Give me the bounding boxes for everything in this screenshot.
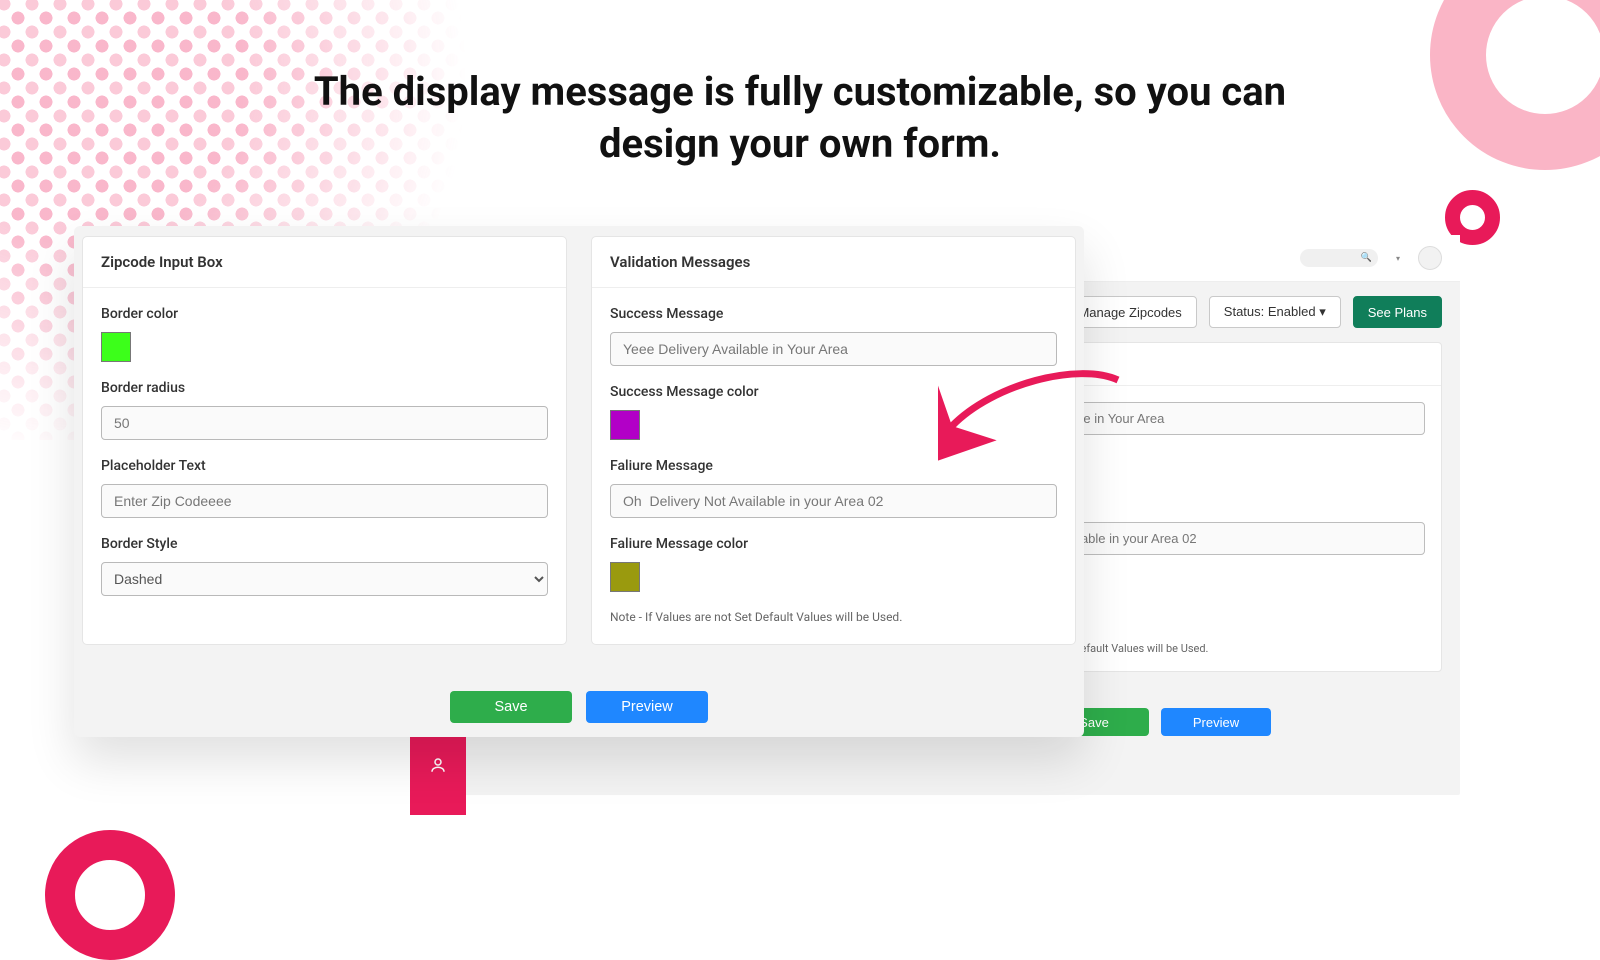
bg-failure-color-label: olor (1042, 571, 1425, 586)
zipcode-card-title: Zipcode Input Box (83, 237, 566, 288)
success-color-label: Success Message color (610, 384, 1057, 400)
bg-failure-input[interactable] (1042, 522, 1425, 555)
bg-note-text: ot Set Default Values will be Used. (1042, 642, 1425, 655)
success-message-input[interactable] (610, 332, 1057, 366)
failure-message-label: Faliure Message (610, 458, 1057, 474)
bg-card-title: ages (1026, 343, 1441, 386)
border-color-label: Border color (101, 306, 548, 322)
preview-button[interactable]: Preview (586, 691, 708, 723)
border-style-select[interactable]: Dashed (101, 562, 548, 596)
bg-validation-card: ages color olor ot Set Default Values wi… (1025, 342, 1442, 672)
avatar[interactable] (1418, 246, 1442, 270)
decorative-ring-large (1430, 0, 1600, 170)
success-message-label: Success Message (610, 306, 1057, 322)
user-icon (429, 756, 447, 778)
bg-success-input[interactable] (1042, 402, 1425, 435)
fg-actions-row: Save Preview (82, 691, 1076, 723)
failure-color-label: Faliure Message color (610, 536, 1057, 552)
zipcode-input-card: Zipcode Input Box Border color Border ra… (82, 236, 567, 645)
foreground-settings-panel: Zipcode Input Box Border color Border ra… (74, 226, 1084, 737)
border-radius-input[interactable] (101, 406, 548, 440)
save-button[interactable]: Save (450, 691, 572, 723)
success-color-swatch[interactable] (610, 410, 640, 440)
validation-messages-card: Validation Messages Success Message Succ… (591, 236, 1076, 645)
bg-status-button[interactable]: Status: Enabled ▾ (1209, 296, 1341, 328)
border-color-swatch[interactable] (101, 332, 131, 362)
border-radius-label: Border radius (101, 380, 548, 396)
bg-success-color-label: color (1042, 451, 1425, 466)
failure-message-input[interactable] (610, 484, 1057, 518)
validation-card-title: Validation Messages (592, 237, 1075, 288)
border-style-label: Border Style (101, 536, 548, 552)
bg-preview-button[interactable]: Preview (1161, 708, 1271, 736)
bg-search-box[interactable]: 🔍 (1300, 249, 1378, 267)
chevron-down-icon: ▾ (1319, 304, 1326, 319)
validation-note-text: Note - If Values are not Set Default Val… (610, 610, 1057, 624)
placeholder-text-input[interactable] (101, 484, 548, 518)
chevron-down-icon[interactable]: ▾ (1396, 254, 1400, 263)
failure-color-swatch[interactable] (610, 562, 640, 592)
decorative-ring-bottom (45, 830, 175, 960)
placeholder-text-label: Placeholder Text (101, 458, 548, 474)
search-icon: 🔍 (1361, 253, 1372, 263)
bg-status-label: Status: Enabled (1224, 304, 1316, 319)
page-headline: The display message is fully customizabl… (300, 0, 1300, 170)
bg-see-plans-button[interactable]: See Plans (1353, 296, 1442, 328)
